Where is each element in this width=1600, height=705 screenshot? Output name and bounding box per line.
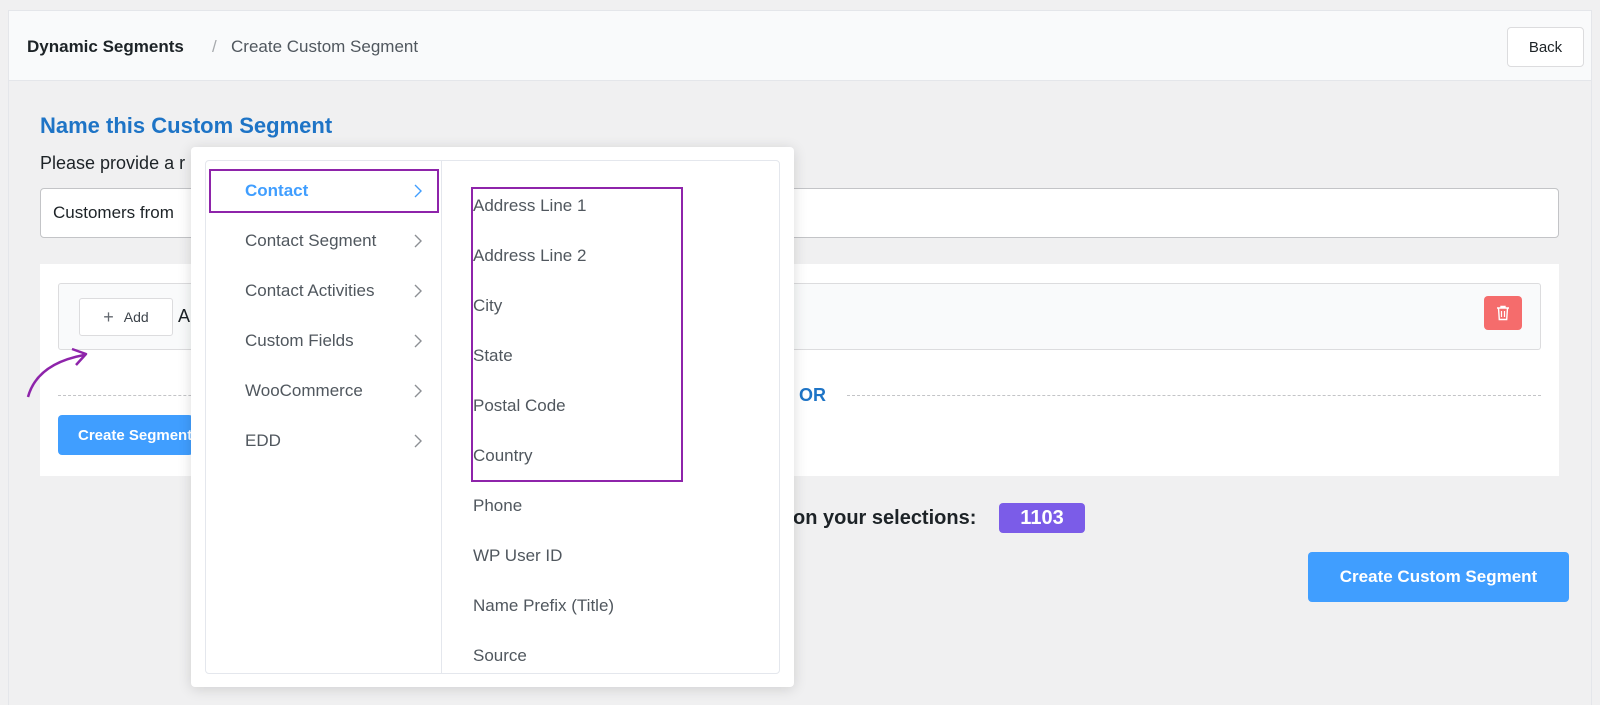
category-item[interactable]: Contact — [206, 166, 442, 216]
chevron-right-icon — [414, 434, 422, 448]
field-option[interactable]: Postal Code — [443, 381, 779, 431]
chevron-right-icon — [414, 334, 422, 348]
field-option[interactable]: Name Prefix (Title) — [443, 581, 779, 631]
field-option[interactable]: Country — [443, 431, 779, 481]
category-item[interactable]: Contact Activities — [206, 266, 442, 316]
chevron-right-icon — [414, 234, 422, 248]
create-segment-button[interactable]: Create Segment — [58, 415, 193, 455]
add-label: Add — [123, 309, 149, 325]
or-divider-right — [847, 395, 1541, 396]
estimate-text: on your selections: — [793, 507, 977, 529]
section-description: Please provide a r — [40, 153, 186, 173]
category-label: Contact Activities — [245, 281, 375, 300]
category-label: Custom Fields — [245, 331, 354, 350]
contact-count-badge: 1103 — [999, 503, 1085, 533]
breadcrumb-current: Create Custom Segment — [231, 37, 419, 56]
delete-group-button[interactable] — [1484, 296, 1522, 330]
category-item[interactable]: WooCommerce — [206, 366, 442, 416]
add-condition-button[interactable]: + Add — [79, 298, 173, 336]
section-title: Name this Custom Segment — [40, 113, 333, 138]
pointer-arrow-icon — [26, 347, 88, 398]
category-label: WooCommerce — [245, 381, 363, 400]
or-label: OR — [799, 385, 826, 405]
field-option[interactable]: Address Line 2 — [443, 231, 779, 281]
category-item[interactable]: Contact Segment — [206, 216, 442, 266]
category-label: Contact — [245, 181, 309, 200]
field-option[interactable]: State — [443, 331, 779, 381]
field-option[interactable]: Source — [443, 631, 779, 673]
field-option[interactable]: Phone — [443, 481, 779, 531]
cascader-panel: Contact Contact Segment Contact Activities… — [205, 160, 780, 674]
field-option[interactable]: City — [443, 281, 779, 331]
top-bar: Dynamic Segments / Create Custom Segment… — [9, 11, 1591, 81]
chevron-right-icon — [414, 184, 422, 198]
field-menu: Address Line 1 Address Line 2 City State Pos… — [443, 161, 779, 673]
field-option[interactable]: Address Line 1 — [443, 181, 779, 231]
create-custom-segment-button[interactable]: Create Custom Segment — [1308, 552, 1569, 602]
category-item[interactable]: Custom Fields — [206, 316, 442, 366]
chevron-right-icon — [414, 284, 422, 298]
category-label: Contact Segment — [245, 231, 377, 250]
trash-icon — [1497, 305, 1509, 321]
breadcrumb-root[interactable]: Dynamic Segments — [27, 37, 184, 57]
condition-text: A — [178, 306, 191, 326]
field-option[interactable]: WP User ID — [443, 531, 779, 581]
filter-property-dropdown: Contact Contact Segment Contact Activities… — [191, 147, 794, 687]
plus-icon: + — [103, 306, 114, 327]
category-label: EDD — [245, 431, 281, 450]
back-button[interactable]: Back — [1507, 27, 1584, 67]
category-item[interactable]: EDD — [206, 416, 442, 466]
category-menu: Contact Contact Segment Contact Activities… — [206, 161, 442, 673]
chevron-right-icon — [414, 384, 422, 398]
breadcrumb-separator: / — [212, 37, 217, 56]
